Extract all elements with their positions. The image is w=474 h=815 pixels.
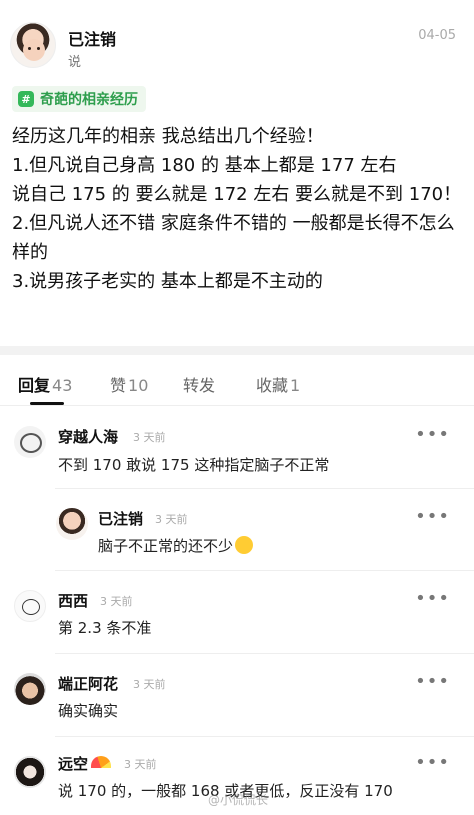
author-name[interactable]: 已注销	[68, 26, 116, 50]
tab-label: 回复	[18, 376, 51, 395]
watermark: @小侃侃长	[208, 793, 269, 807]
hashtag-icon: #	[18, 91, 34, 107]
comment-text: 脑子不正常的还不少	[98, 537, 234, 555]
doodle-avatar-icon[interactable]	[14, 426, 46, 458]
active-tab-indicator	[30, 402, 64, 405]
girl-avatar-icon[interactable]	[56, 508, 88, 540]
comment-divider	[55, 570, 474, 571]
post-line: 说自己 175 的 要么就是 172 左右 要么就是不到 170！	[12, 184, 462, 205]
comment-time: 3 天前	[124, 758, 157, 771]
post-line: 3.说男孩子老实的 基本上都是不主动的	[12, 271, 323, 292]
section-divider	[0, 346, 474, 355]
comment-divider	[55, 488, 474, 489]
comment-text-row: 脑子不正常的还不少	[98, 535, 254, 556]
post-body: 经历这几年的相亲 我总结出几个经验！ 1.但凡说自己身高 180 的 基本上都是…	[12, 122, 467, 296]
more-options-icon[interactable]: •••	[415, 752, 450, 773]
tab-reposts[interactable]: 转发	[183, 372, 215, 396]
rainbow-emoji-icon	[91, 756, 112, 768]
more-options-icon[interactable]: •••	[415, 588, 450, 609]
tab-replies[interactable]: 回复 43	[18, 372, 72, 396]
comment-time: 3 天前	[100, 595, 133, 608]
comment-author[interactable]: 端正阿花	[58, 673, 118, 694]
tab-label: 转发	[183, 376, 216, 395]
tab-count: 43	[52, 376, 73, 395]
comment-divider	[55, 653, 474, 654]
tab-label: 收藏	[256, 376, 289, 395]
comment-tabs: 回复 43 赞 10 转发 收藏 1	[0, 360, 474, 406]
bear-avatar-icon[interactable]	[14, 590, 46, 622]
comment-divider	[55, 736, 474, 737]
man-avatar-icon[interactable]	[14, 673, 46, 705]
laughing-tears-emoji-icon	[235, 536, 254, 554]
comment-author[interactable]: 已注销	[98, 508, 143, 529]
comment-text: 不到 170 敢说 175 这种指定脑子不正常	[58, 456, 330, 474]
comment-author[interactable]: 穿越人海	[58, 426, 118, 447]
more-options-icon[interactable]: •••	[415, 506, 450, 527]
topic-label: 奇葩的相亲经历	[40, 92, 138, 108]
comment-author[interactable]: 西西	[58, 590, 88, 611]
comment-time: 3 天前	[133, 431, 166, 444]
comment-text: 确实确实	[58, 702, 119, 720]
post-header: 已注销 说 04-05	[0, 0, 474, 80]
comment-author-row[interactable]: 远空	[58, 753, 112, 774]
tab-favorites[interactable]: 收藏 1	[256, 372, 300, 396]
author-subtitle: 说	[68, 55, 82, 70]
comment-time: 3 天前	[133, 678, 166, 691]
tab-likes[interactable]: 赞 10	[110, 372, 148, 396]
post-line: 2.但凡说人还不错 家庭条件不错的 一般都是长得不怎么样的	[12, 213, 455, 263]
dark-avatar-icon[interactable]	[14, 756, 46, 788]
post-line: 经历这几年的相亲 我总结出几个经验！	[12, 126, 324, 147]
post-date: 04-05	[418, 28, 456, 43]
tab-label: 赞	[110, 376, 127, 395]
more-options-icon[interactable]: •••	[415, 671, 450, 692]
comment-time: 3 天前	[155, 513, 188, 526]
tab-count: 1	[290, 376, 301, 395]
comment-text: 第 2.3 条不准	[58, 619, 152, 637]
tab-count: 10	[128, 376, 149, 395]
topic-tag[interactable]: # 奇葩的相亲经历	[12, 86, 146, 112]
post-line: 1.但凡说自己身高 180 的 基本上都是 177 左右	[12, 155, 397, 176]
author-avatar[interactable]	[10, 22, 56, 68]
comment-author: 远空	[58, 755, 89, 773]
more-options-icon[interactable]: •••	[415, 424, 450, 445]
